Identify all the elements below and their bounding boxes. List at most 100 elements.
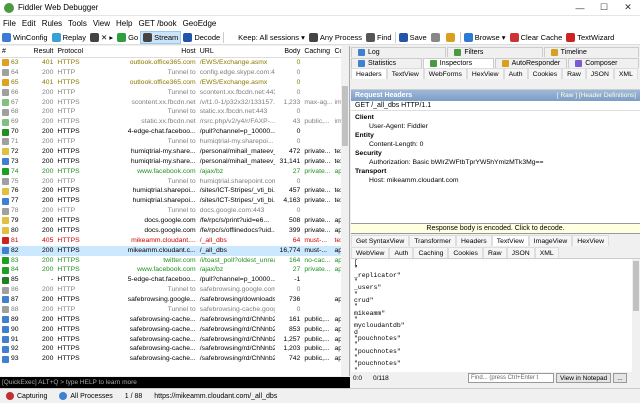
menu-4[interactable]: View xyxy=(90,19,113,28)
column-header-3[interactable]: Host xyxy=(101,48,198,55)
response-tab-0[interactable]: Get SyntaxView xyxy=(351,235,410,246)
toolbar-button-13[interactable]: Clear Cache xyxy=(508,31,565,44)
decode-notice[interactable]: Response body is encoded. Click to decod… xyxy=(351,223,640,234)
toolbar-button-10[interactable] xyxy=(429,31,444,44)
response-tab-11[interactable]: JSON xyxy=(506,246,535,258)
table-row[interactable]: 87 200 HTTPS safebrowsing.google.../safebro… xyxy=(0,295,349,305)
toolbar-button-14[interactable]: TextWizard xyxy=(564,31,616,44)
tab-tabs1-2[interactable]: Timeline xyxy=(543,47,639,57)
response-scrollbar-thumb[interactable] xyxy=(633,261,639,311)
response-tab-3[interactable]: TextView xyxy=(491,235,529,246)
toolbar-button-11[interactable] xyxy=(444,31,459,44)
table-row[interactable]: 90 200 HTTPS safebrowsing-cache.../safebrow… xyxy=(0,325,349,335)
more-button[interactable]: ... xyxy=(613,373,627,383)
menu-7[interactable]: GeoEdge xyxy=(180,19,220,28)
session-scrollbar-thumb[interactable] xyxy=(342,86,348,146)
view-in-notepad-button[interactable]: View in Notepad xyxy=(556,373,612,383)
request-tab-8[interactable]: XML xyxy=(613,68,638,79)
response-tab-10[interactable]: Raw xyxy=(482,246,507,258)
column-header-2[interactable]: Protocol xyxy=(55,48,101,55)
minimize-button[interactable]: — xyxy=(568,0,592,16)
toolbar-button-4[interactable]: Stream xyxy=(140,30,182,44)
toolbar-button-12[interactable]: Browse ▾ xyxy=(462,31,508,44)
table-row[interactable]: 81 405 HTTPS mikeamm.cloudant..../_all_dbs 6… xyxy=(0,236,349,246)
request-tab-1[interactable]: TextView xyxy=(386,68,424,79)
request-tab-0[interactable]: Headers xyxy=(351,68,387,79)
table-row[interactable]: 65 401 HTTPS outlook.office365.com/EWS/Exch… xyxy=(0,78,349,88)
raw-header-links[interactable]: [ Raw ] [Header Definitions] xyxy=(557,92,636,99)
session-scrollbar[interactable] xyxy=(341,46,349,376)
toolbar-button-7[interactable]: Any Process xyxy=(307,31,364,44)
menu-2[interactable]: Rules xyxy=(39,19,65,28)
close-button[interactable]: ✕ xyxy=(616,0,640,16)
response-tab-12[interactable]: XML xyxy=(534,246,559,258)
response-tab-8[interactable]: Caching xyxy=(413,246,449,258)
toolbar-button-8[interactable]: Find xyxy=(364,31,394,44)
column-header-4[interactable]: URL xyxy=(198,48,275,55)
tab-tabs2-1[interactable]: Inspectors xyxy=(422,58,494,68)
tab-tabs2-0[interactable]: Statistics xyxy=(351,58,422,68)
table-row[interactable]: 88 200 HTTP Tunnel to safebrowsing-cache.goo… xyxy=(0,305,349,315)
table-row[interactable]: 76 200 HTTPS humiqtrial.sharepoi.../sites/I… xyxy=(0,186,349,196)
table-row[interactable]: 75 200 HTTP Tunnel to humiqtrial.sharepoint.… xyxy=(0,177,349,187)
request-tab-6[interactable]: Raw xyxy=(562,68,586,79)
table-row[interactable]: 71 200 HTTP Tunnel to humiqtrial-my.sharepoi… xyxy=(0,137,349,147)
table-row[interactable]: 79 200 HTTPS docs.google.com/fe/rpc/s/print… xyxy=(0,216,349,226)
table-row[interactable]: 70 200 HTTPS 4-edge-chat.faceboo.../pull?ch… xyxy=(0,127,349,137)
tab-tabs1-0[interactable]: Log xyxy=(351,47,447,57)
capturing-toggle[interactable]: Capturing xyxy=(0,392,53,400)
column-header-0[interactable]: # xyxy=(0,48,29,55)
table-row[interactable]: 64 200 HTTP Tunnel to config.edge.skype.com:… xyxy=(0,68,349,78)
response-tab-4[interactable]: ImageView xyxy=(528,235,573,246)
toolbar-button-9[interactable]: Save xyxy=(397,31,429,44)
response-scrollbar[interactable] xyxy=(632,259,640,372)
table-row[interactable]: 69 200 HTTPS static.xx.fbcdn.net/rsrc.php/v… xyxy=(0,117,349,127)
response-tab-1[interactable]: Transformer xyxy=(409,235,456,246)
table-row[interactable]: 67 200 HTTPS scontent.xx.fbcdn.net/v/t1.0-1… xyxy=(0,98,349,108)
table-row[interactable]: 78 200 HTTP Tunnel to docs.google.com:443 0 xyxy=(0,206,349,216)
column-header-5[interactable]: Body xyxy=(275,48,302,55)
table-row[interactable]: 63 401 HTTPS outlook.office365.com/EWS/Exch… xyxy=(0,58,349,68)
table-row[interactable]: 73 200 HTTPS humiqtrial-my.share.../persona… xyxy=(0,157,349,167)
table-row[interactable]: 74 200 HTTPS www.facebook.com/ajax/bz 27 priv… xyxy=(0,167,349,177)
toolbar-button-3[interactable]: Go xyxy=(115,31,140,44)
toolbar-button-1[interactable]: Replay xyxy=(50,31,88,44)
table-row[interactable]: 92 200 HTTPS safebrowsing-cache.../safebrow… xyxy=(0,344,349,354)
response-tab-9[interactable]: Cookies xyxy=(448,246,483,258)
menu-3[interactable]: Tools xyxy=(65,19,90,28)
table-row[interactable]: 68 200 HTTP Tunnel to static.xx.fbcdn.net:44… xyxy=(0,107,349,117)
process-filter[interactable]: All Processes xyxy=(53,392,118,400)
request-tab-2[interactable]: WebForms xyxy=(423,68,467,79)
table-row[interactable]: 86 200 HTTP Tunnel to safebrowsing.google.co… xyxy=(0,285,349,295)
request-tab-5[interactable]: Cookies xyxy=(527,68,563,79)
toolbar-button-2[interactable]: ✕ ▸ xyxy=(88,31,115,44)
table-row[interactable]: 80 200 HTTPS docs.google.com/fe/rpc/s/offli… xyxy=(0,226,349,236)
response-tab-6[interactable]: WebView xyxy=(351,246,390,258)
table-row[interactable]: 89 200 HTTPS safebrowsing-cache.../safebrow… xyxy=(0,315,349,325)
table-row[interactable]: 93 200 HTTPS safebrowsing-cache.../safebrow… xyxy=(0,354,349,364)
quickexec-input[interactable]: [QuickExec] ALT+Q > type HELP to learn m… xyxy=(0,377,350,388)
menu-5[interactable]: Help xyxy=(113,19,135,28)
table-row[interactable]: 85 - HTTPS 5-edge-chat.faceboo.../pull?chan… xyxy=(0,275,349,285)
menu-0[interactable]: File xyxy=(0,19,19,28)
response-textview[interactable]: [" _replicator" " _users" " crud" " mikeamm" " my… xyxy=(351,258,640,372)
request-tab-4[interactable]: Auth xyxy=(503,68,528,79)
table-row[interactable]: 83 200 HTTPS twitter.com/i/toast_poll?oldes… xyxy=(0,256,349,266)
table-row[interactable]: 91 200 HTTPS safebrowsing-cache.../safebrow… xyxy=(0,335,349,345)
table-row[interactable]: 66 200 HTTP Tunnel to scontent.xx.fbcdn.net:… xyxy=(0,88,349,98)
request-tab-3[interactable]: HexView xyxy=(466,68,504,79)
table-row[interactable]: 84 200 HTTPS www.facebook.com/ajax/bz 27 priv… xyxy=(0,265,349,275)
toolbar-button-5[interactable]: Decode xyxy=(181,31,222,44)
find-input[interactable]: Find... (press Ctrl+Enter t xyxy=(468,373,554,383)
request-tab-7[interactable]: JSON xyxy=(585,68,614,79)
maximize-button[interactable]: ☐ xyxy=(592,0,616,16)
toolbar-button-0[interactable]: WinConfig xyxy=(0,31,50,44)
response-tab-7[interactable]: Auth xyxy=(389,246,414,258)
table-row[interactable]: 72 200 HTTPS humiqtrial-my.share.../persona… xyxy=(0,147,349,157)
response-tab-5[interactable]: HexView xyxy=(572,235,609,246)
column-header-6[interactable]: Caching xyxy=(302,48,332,55)
table-row[interactable]: 82 200 HTTPS mikeamm.cloudant.c.../_all_dbs… xyxy=(0,245,349,256)
response-tab-2[interactable]: Headers xyxy=(456,235,492,246)
tab-tabs2-3[interactable]: Composer xyxy=(568,58,639,68)
tab-tabs2-2[interactable]: AutoResponder xyxy=(494,58,568,68)
